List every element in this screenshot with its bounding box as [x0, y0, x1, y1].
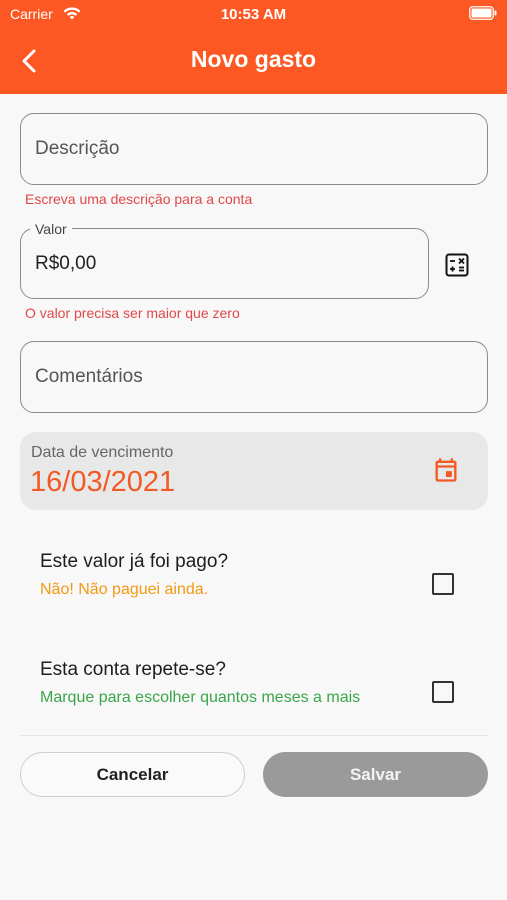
paid-checkbox[interactable]	[432, 573, 454, 595]
save-button[interactable]: Salvar	[263, 752, 488, 797]
description-field[interactable]: Descrição	[20, 113, 488, 185]
comments-placeholder: Comentários	[35, 366, 143, 387]
clock: 10:53 AM	[220, 6, 287, 23]
value-input-text: R$0,00	[35, 253, 97, 274]
comments-field[interactable]: Comentários	[20, 341, 488, 413]
repeat-checkbox[interactable]	[432, 681, 454, 703]
repeat-row[interactable]: Esta conta repete-se? Marque para escolh…	[40, 659, 470, 719]
app-header: Carrier 10:53 AM Novo gasto	[0, 0, 507, 94]
value-field[interactable]: R$0,00	[20, 228, 429, 299]
cancel-button[interactable]: Cancelar	[20, 752, 245, 797]
battery-icon	[469, 6, 497, 20]
status-bar: Carrier 10:53 AM	[0, 0, 507, 28]
description-error: Escreva uma descrição para a conta	[25, 191, 253, 207]
description-placeholder: Descrição	[35, 138, 120, 159]
divider	[20, 735, 488, 736]
due-date-value: 16/03/2021	[30, 466, 176, 498]
due-date-field[interactable]: Data de vencimento 16/03/2021	[20, 432, 488, 510]
page-title: Novo gasto	[190, 46, 317, 72]
paid-row[interactable]: Este valor já foi pago? Não! Não paguei …	[40, 551, 470, 611]
navigation-bar: Novo gasto	[0, 34, 507, 86]
paid-title: Este valor já foi pago?	[40, 551, 229, 572]
due-date-label: Data de vencimento	[31, 444, 174, 461]
calendar-icon[interactable]	[432, 456, 460, 484]
paid-subtitle: Não! Não paguei ainda.	[40, 581, 209, 598]
value-label: Valor	[30, 221, 72, 237]
value-error: O valor precisa ser maior que zero	[25, 305, 240, 321]
calculator-icon	[445, 253, 469, 277]
calculator-button[interactable]	[440, 248, 474, 282]
repeat-title: Esta conta repete-se?	[40, 659, 226, 680]
repeat-subtitle: Marque para escolher quantos meses a mai…	[40, 689, 361, 706]
